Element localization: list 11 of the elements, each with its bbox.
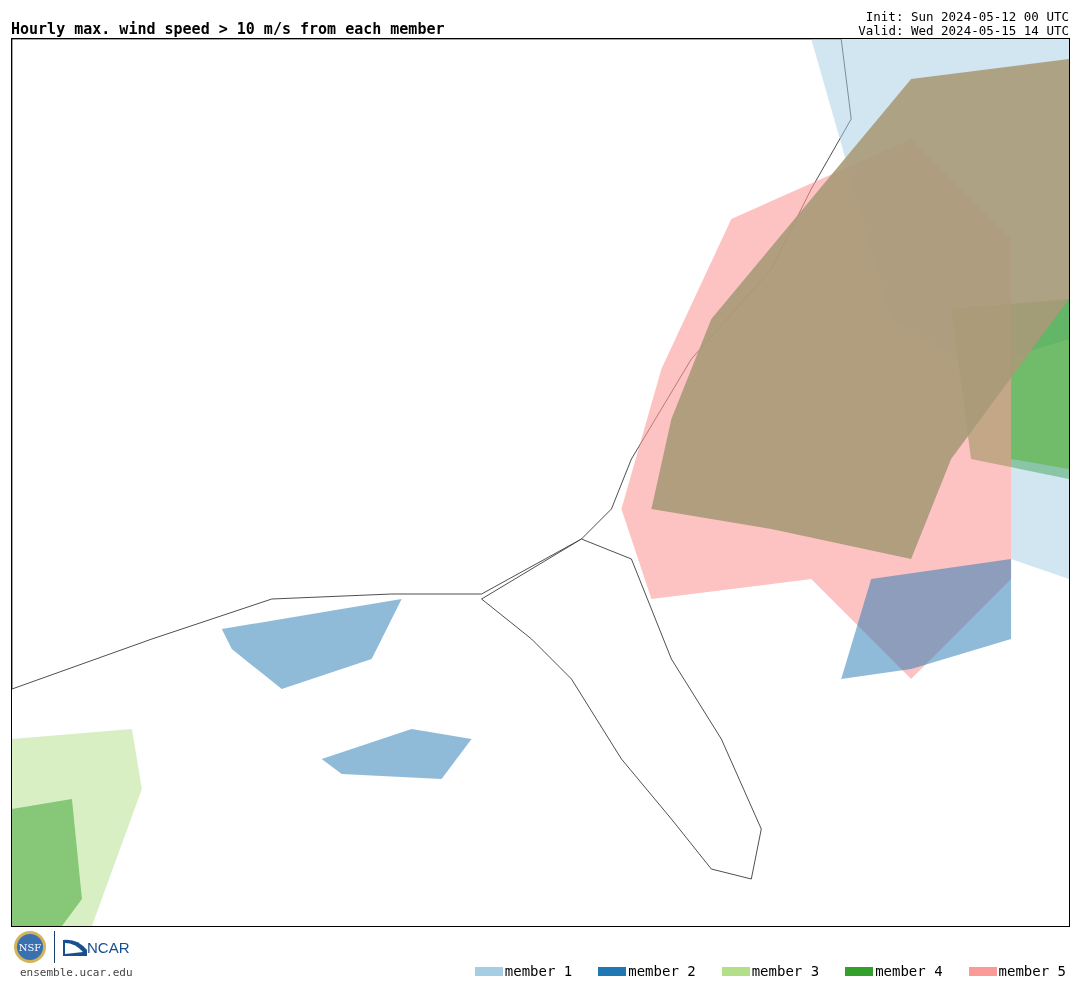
init-time: Init: Sun 2024-05-12 00 UTC: [864, 10, 1069, 24]
legend-label: member 2: [628, 963, 696, 979]
legend-label: member 3: [751, 963, 820, 979]
chart-title: Hourly max. wind speed > 10 m/s from each member: [11, 20, 445, 38]
site-url[interactable]: ensemble.ucar.edu: [14, 966, 133, 979]
valid-time: Valid: Wed 2024-05-15 14 UTC: [858, 24, 1069, 38]
legend-label: member 1: [504, 963, 573, 979]
nsf-logo: NSF: [14, 931, 46, 963]
legend-label: member 4: [875, 963, 943, 979]
ncar-logo: NCAR: [63, 938, 130, 956]
legend-label: member 5: [998, 963, 1066, 979]
